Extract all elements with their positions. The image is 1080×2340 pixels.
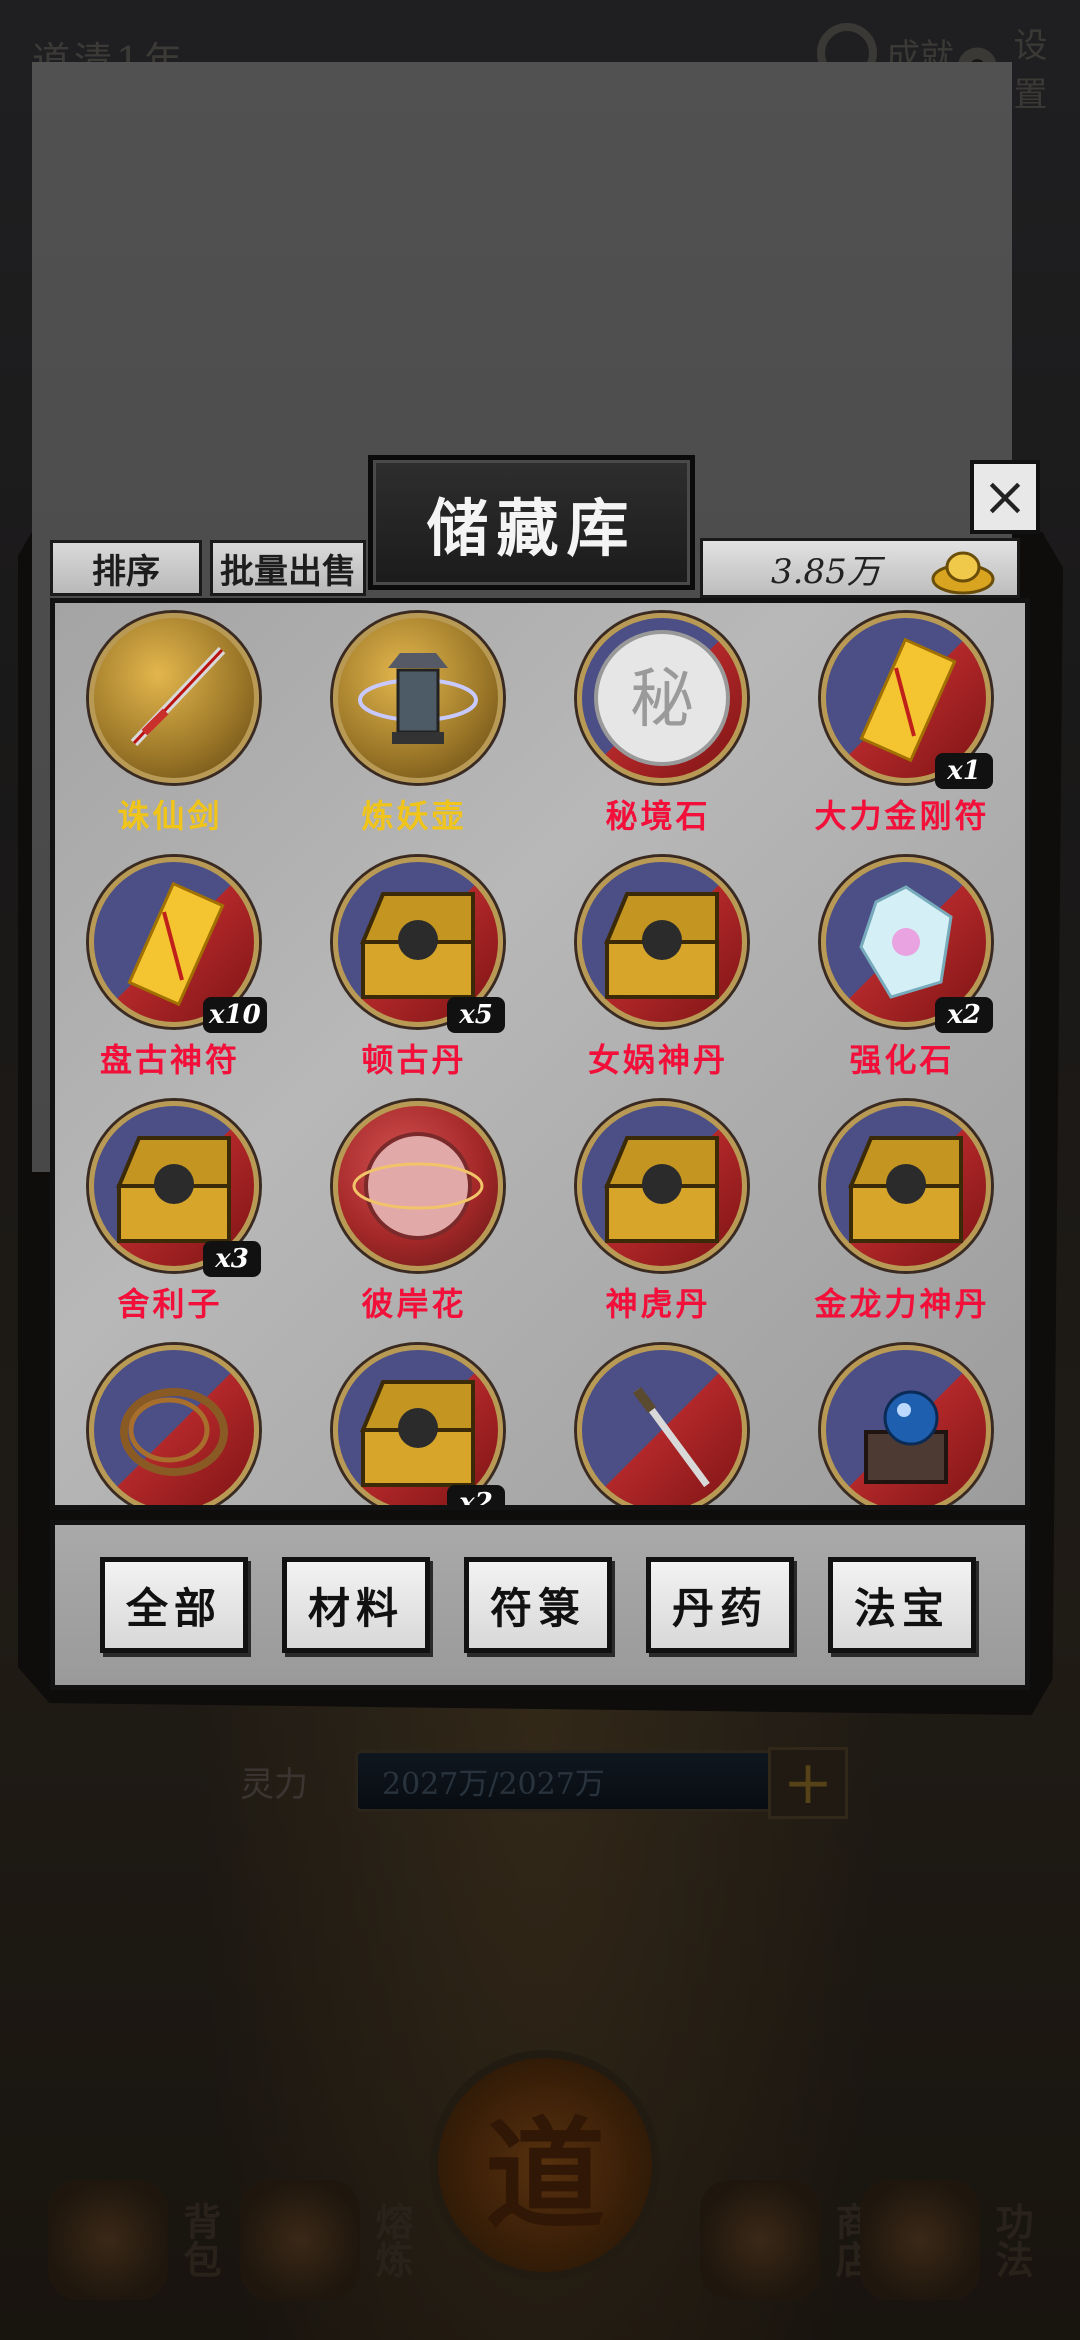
treasure-chest-icon [821,1101,991,1271]
inventory-item[interactable]: 炼妖壶 [309,613,519,853]
item-count-badge: x3 [203,1241,261,1277]
close-button[interactable]: × [970,460,1040,534]
item-name: 强化石 [849,1041,955,1079]
inventory-item[interactable]: 彼岸花 [309,1101,519,1341]
inventory-item[interactable]: x5 顿古丹 [309,857,519,1097]
dialog-title: 储藏库 [368,455,695,590]
inventory-item[interactable]: 秘秘境石 [553,613,763,853]
treasure-chest-icon [577,857,747,1027]
item-count-badge: x10 [203,997,267,1033]
inventory-item[interactable]: x2 [309,1345,519,1505]
inventory-item[interactable]: x1 大力金刚符 [797,613,1007,853]
bulk-sell-button[interactable]: 批量出售 [210,540,366,596]
inventory-item[interactable] [65,1345,275,1505]
sword-icon [89,613,259,783]
item-name: 神虎丹 [605,1285,711,1323]
inventory-item[interactable]: 女娲神丹 [553,857,763,1097]
item-name: 炼妖壶 [361,797,467,835]
item-name: 彼岸花 [361,1285,467,1323]
category-tab[interactable]: 材料 [282,1557,430,1653]
inventory-item[interactable]: 诛仙剑 [65,613,275,853]
inventory-item[interactable]: 金龙力神丹 [797,1101,1007,1341]
svg-text:秘: 秘 [630,663,694,737]
item-count-badge: x2 [447,1485,505,1505]
category-tab[interactable]: 全部 [100,1557,248,1653]
item-count-badge: x2 [935,997,993,1033]
inventory-item[interactable] [553,1345,763,1505]
category-tab[interactable]: 符箓 [464,1557,612,1653]
inventory-item[interactable] [797,1345,1007,1505]
inventory-item[interactable]: x10 盘古神符 [65,857,275,1097]
secret-stone-icon: 秘 [577,613,747,783]
crystal-ball-box-icon [821,1345,991,1505]
item-name: 秘境石 [605,797,711,835]
inventory-item[interactable]: 神虎丹 [553,1101,763,1341]
category-tab[interactable]: 丹药 [646,1557,794,1653]
whip-icon [89,1345,259,1505]
sort-button[interactable]: 排序 [50,540,202,596]
orb-icon [333,1101,503,1271]
inventory-item[interactable]: x3 舍利子 [65,1101,275,1341]
pagoda-lantern-icon [333,613,503,783]
inventory-item[interactable]: x2 强化石 [797,857,1007,1097]
item-count-badge: x1 [935,753,993,789]
item-name: 盘古神符 [99,1041,240,1079]
item-name: 诛仙剑 [117,797,223,835]
item-name: 顿古丹 [361,1041,467,1079]
gold-ingot-icon [931,551,995,595]
treasure-chest-icon [577,1101,747,1271]
item-name: 女娲神丹 [587,1041,728,1079]
item-grid: 诛仙剑 炼妖壶 秘秘境石 x1 大力金刚符 x10 盘古神符 x5 顿古丹 女娲神丹 x2 强化石 x3… [50,598,1030,1510]
item-name: 舍利子 [117,1285,223,1323]
item-count-badge: x5 [447,997,505,1033]
dagger-icon [577,1345,747,1505]
category-tab[interactable]: 法宝 [828,1557,976,1653]
item-name: 大力金刚符 [814,797,990,835]
currency-value: 3.85万 [771,551,881,592]
item-name: 金龙力神丹 [814,1285,990,1323]
